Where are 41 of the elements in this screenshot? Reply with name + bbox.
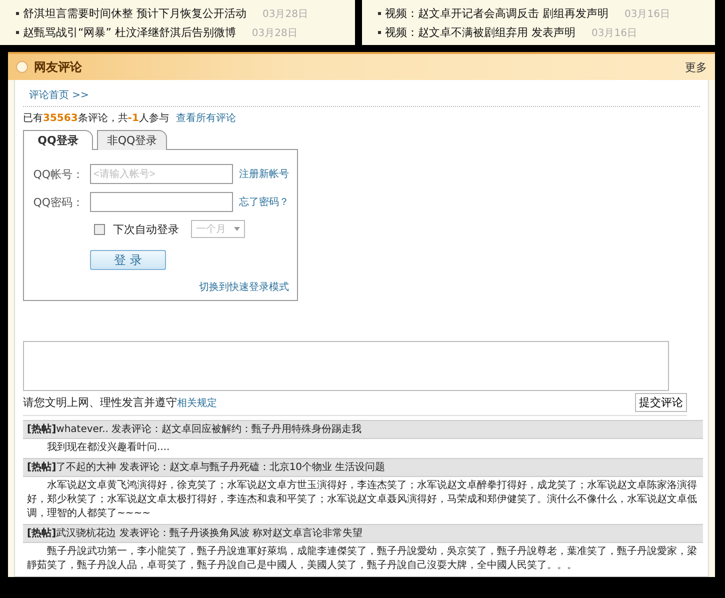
news-link[interactable]: 舒淇坦言需要时间休整 预计下月恢复公开活动 (23, 6, 246, 21)
more-link[interactable]: 更多 (685, 60, 707, 74)
field-link[interactable]: 注册新帐号 (239, 167, 289, 181)
field-link[interactable]: 忘了密码？ (239, 195, 289, 209)
comment-text: 水军说赵文卓黄飞鸿演得好，徐克笑了；水军说赵文卓方世玉演得好，李连杰笑了；水军说赵文卓醉拳打得好，成龙笑了；水军说赵文卓陈家洛演得好，郑少秋笑了；水军说赵文卓太极打得好，李连杰和袁和平笑了；水军说赵文卓聂风演得好，马荣成和郑伊健笑了。演什么不像什么，水军说赵文卓低调，理智的人都笑了~~~~ (26, 478, 698, 521)
login-button[interactable]: 登 录 (90, 250, 166, 270)
comment-header: [热帖]武汉骁杭花边 发表评论：甄子丹谈换角风波 称对赵文卓言论非常失望 (23, 524, 703, 543)
account-field[interactable]: <请输入帐号> (90, 164, 233, 184)
bullet-icon (378, 31, 381, 34)
news-link[interactable]: 赵甄骂战引“网暴” 杜汶泽继舒淇后告别微博 (23, 25, 236, 40)
remember-label: 下次自动登录 (113, 222, 179, 236)
remember-checkbox[interactable] (94, 224, 105, 234)
login-tab[interactable]: QQ登录 (23, 130, 93, 150)
section-title: 网友评论 (34, 58, 83, 76)
comment-text: 我到现在都没兴趣看叶问.... (46, 440, 171, 455)
notice-text: 请您文明上网、理性发言并遵守相关规定 (23, 395, 217, 410)
login-tab[interactable]: 非QQ登录 (97, 130, 167, 150)
caret-icon (234, 227, 240, 231)
comment-header: [热帖]whatever.. 发表评论：赵文卓回应被解约：甄子丹用特殊身份踢走我 (23, 420, 703, 439)
news-link[interactable]: 视频：赵文卓开记者会高调反击 剧组再发声明 (385, 6, 608, 21)
switch-mode-link[interactable]: 切换到快速登录模式 (199, 282, 289, 293)
comment-stats: 已有35563条评论，共-1人参与 (23, 113, 169, 124)
comment-input[interactable] (23, 341, 669, 391)
bullet-icon (16, 12, 19, 15)
comment-text: 甄子丹說武功第一，李小龍笑了，甄子丹說進軍好萊塢，成龍李連傑笑了，甄子丹說愛幼，吳京笑了，甄子丹說尊老，葉准笑了，甄子丹說愛家，梁靜茹笑了，甄子丹說人品，卓哥笑了，甄子丹說自己是中國人，美國人笑了，甄子丹說自己沒耍大牌，全中國人民笑了。。。 (26, 544, 698, 573)
rules-link[interactable]: 相关规定 (177, 398, 217, 409)
news-date: 03月16日 (624, 8, 670, 20)
bullet-icon (16, 31, 19, 34)
circle-icon (16, 61, 28, 73)
password-field[interactable] (90, 192, 233, 212)
breadcrumb-link[interactable]: 评论首页 >> (23, 88, 700, 107)
bullet-icon (378, 12, 381, 15)
news-date: 03月28日 (262, 8, 308, 20)
news-link[interactable]: 视频：赵文卓不满被剧组弃用 发表声明 (385, 25, 576, 40)
news-date: 03月28日 (252, 26, 298, 40)
submit-button[interactable]: 提交评论 (635, 393, 687, 412)
comment-header: [热帖]了不起的大神 发表评论：赵文卓与甄子丹死磕：北京10个物业 生活设问题 (23, 458, 703, 477)
field-label: QQ帐号： (32, 166, 84, 182)
all-comments-link[interactable]: 查看所有评论 (176, 113, 236, 124)
news-date: 03月16日 (592, 26, 637, 40)
field-label: QQ密码： (32, 194, 84, 210)
